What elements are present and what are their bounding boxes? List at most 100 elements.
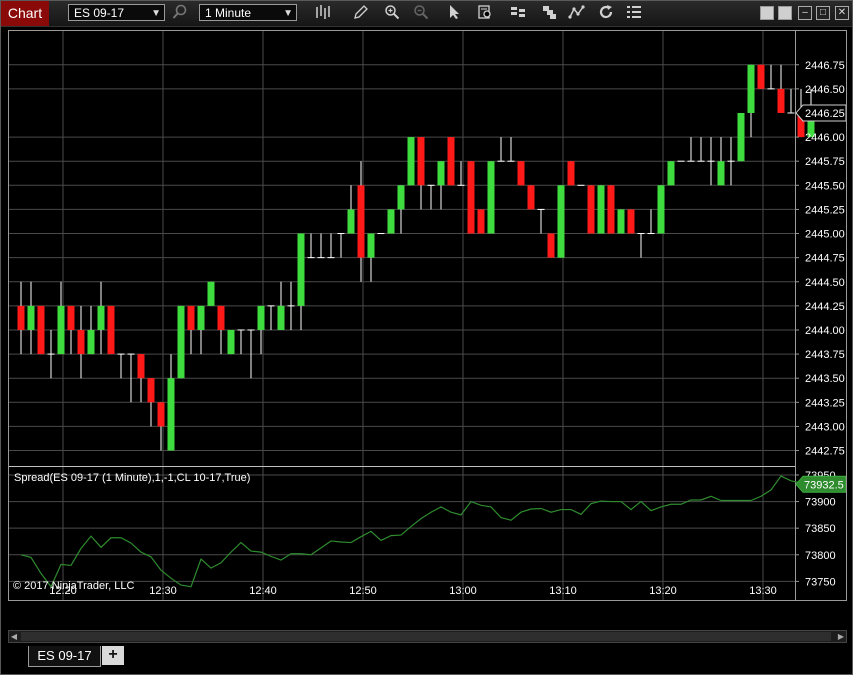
candle-up <box>87 329 95 355</box>
pencil-icon[interactable] <box>351 4 371 22</box>
interval-selector[interactable]: 1 Minute ▼ <box>199 4 297 21</box>
candle-up <box>487 161 495 234</box>
link-button[interactable] <box>778 6 792 20</box>
spread-tick-label: 73850 <box>805 523 836 535</box>
chevron-down-icon: ▼ <box>283 8 293 19</box>
data-box-icon[interactable] <box>475 4 495 22</box>
bar-style-icon[interactable] <box>313 4 333 22</box>
zoom-in-icon[interactable] <box>382 4 402 22</box>
candle-down <box>157 402 165 427</box>
candle-up <box>737 112 745 162</box>
candle-up <box>197 305 205 330</box>
horizontal-scrollbar[interactable]: ◀ ▶ <box>8 630 847 643</box>
price-tick-label: 2442.75 <box>805 446 845 458</box>
chart-title-tab[interactable]: Chart <box>1 1 49 26</box>
instrument-tab[interactable]: ES 09-17 <box>28 646 101 667</box>
candle-down <box>217 305 225 330</box>
candle-down <box>37 305 45 355</box>
candle-up <box>207 281 215 306</box>
minimize-icon[interactable]: – <box>798 6 812 20</box>
add-tab-button[interactable]: + <box>102 646 124 665</box>
refresh-icon[interactable] <box>596 4 616 22</box>
time-tick-label: 12:50 <box>349 585 377 597</box>
chevron-down-icon: ▼ <box>151 8 161 19</box>
price-tick-label: 2445.25 <box>805 204 845 216</box>
templates-icon[interactable] <box>539 4 559 22</box>
price-tick-label: 2444.50 <box>805 277 845 289</box>
candle-up <box>97 305 105 330</box>
chart-canvas[interactable]: 2446.75 2446.50 2446.00 2445.75 2445.50 2445.… <box>9 31 846 600</box>
order-tools-icon[interactable] <box>508 4 528 22</box>
candle-up <box>387 209 395 234</box>
candle-up <box>27 305 35 330</box>
properties-list-icon[interactable] <box>624 4 644 22</box>
candle-up <box>297 233 305 306</box>
candle-down <box>77 329 85 355</box>
candle-up <box>397 185 405 210</box>
candle-up <box>407 137 415 186</box>
candle-down <box>67 305 75 330</box>
price-tick-label: 2443.00 <box>805 421 845 433</box>
candle-down <box>607 185 615 234</box>
price-tick-label: 2446.75 <box>805 60 845 72</box>
scroll-right-icon[interactable]: ▶ <box>836 631 846 642</box>
price-tick-label: 2443.25 <box>805 397 845 409</box>
candle-up <box>227 329 235 355</box>
candle-down <box>137 354 145 379</box>
candle-down <box>17 305 25 330</box>
price-tick-label: 2444.00 <box>805 325 845 337</box>
spread-value-label: 73932.5 <box>804 479 844 491</box>
candle-down <box>147 378 155 403</box>
close-icon[interactable]: ✕ <box>835 6 849 20</box>
price-tick-label: 2444.25 <box>805 301 845 313</box>
candle-down <box>517 161 525 186</box>
candle-up <box>657 185 665 234</box>
candle-down <box>627 209 635 234</box>
spread-tick-label: 73900 <box>805 497 836 509</box>
instrument-selector-value: ES 09-17 <box>74 6 125 20</box>
price-tick-label: 2444.75 <box>805 253 845 265</box>
candle-up <box>717 161 725 186</box>
candle-up <box>557 185 565 258</box>
candle-up <box>277 305 285 330</box>
candle-down <box>447 137 455 186</box>
price-tick-label: 2445.75 <box>805 156 845 168</box>
price-tick-label: 2443.75 <box>805 349 845 361</box>
spread-tick-label: 73750 <box>805 576 836 588</box>
strategies-icon[interactable] <box>567 4 587 22</box>
interval-selector-value: 1 Minute <box>205 6 252 20</box>
instrument-selector[interactable]: ES 09-17 ▼ <box>68 4 165 21</box>
scrollbar-thumb[interactable] <box>21 632 831 641</box>
chart-window: Chart ES 09-17 ▼ 1 Minute ▼ – □ ✕ 2446.7… <box>0 0 853 675</box>
candle-down <box>187 305 195 330</box>
candle-down <box>477 209 485 234</box>
time-tick-label: 13:00 <box>449 585 477 597</box>
scroll-left-icon[interactable]: ◀ <box>9 631 19 642</box>
candle-down <box>587 185 595 234</box>
time-tick-label: 13:10 <box>549 585 577 597</box>
zoom-out-icon[interactable] <box>411 4 431 22</box>
time-tick-label: 13:30 <box>749 585 777 597</box>
candle-down <box>527 185 535 210</box>
spread-indicator-label: Spread(ES 09-17 (1 Minute),1,-1,CL 10-17… <box>14 472 251 484</box>
price-tick-label: 2443.50 <box>805 373 845 385</box>
candle-down <box>417 137 425 186</box>
pointer-icon[interactable] <box>444 4 464 22</box>
candle-up <box>367 233 375 258</box>
price-tick-label: 2445.00 <box>805 229 845 241</box>
price-tick-label: 2446.50 <box>805 84 845 96</box>
workspace-button[interactable] <box>760 6 774 20</box>
candle-down <box>757 64 765 89</box>
candle-down <box>777 88 785 113</box>
candle-down <box>567 161 575 186</box>
candle-up <box>617 209 625 234</box>
candle-up <box>747 64 755 113</box>
last-price-label: 2446.25 <box>805 108 845 120</box>
spread-tick-label: 73800 <box>805 550 836 562</box>
time-tick-label: 12:40 <box>249 585 277 597</box>
search-icon[interactable] <box>170 4 190 22</box>
chart-panel[interactable]: 2446.75 2446.50 2446.00 2445.75 2445.50 2445.… <box>8 30 847 601</box>
candle-up <box>177 305 185 379</box>
candle-up <box>257 305 265 330</box>
maximize-icon[interactable]: □ <box>816 6 830 20</box>
